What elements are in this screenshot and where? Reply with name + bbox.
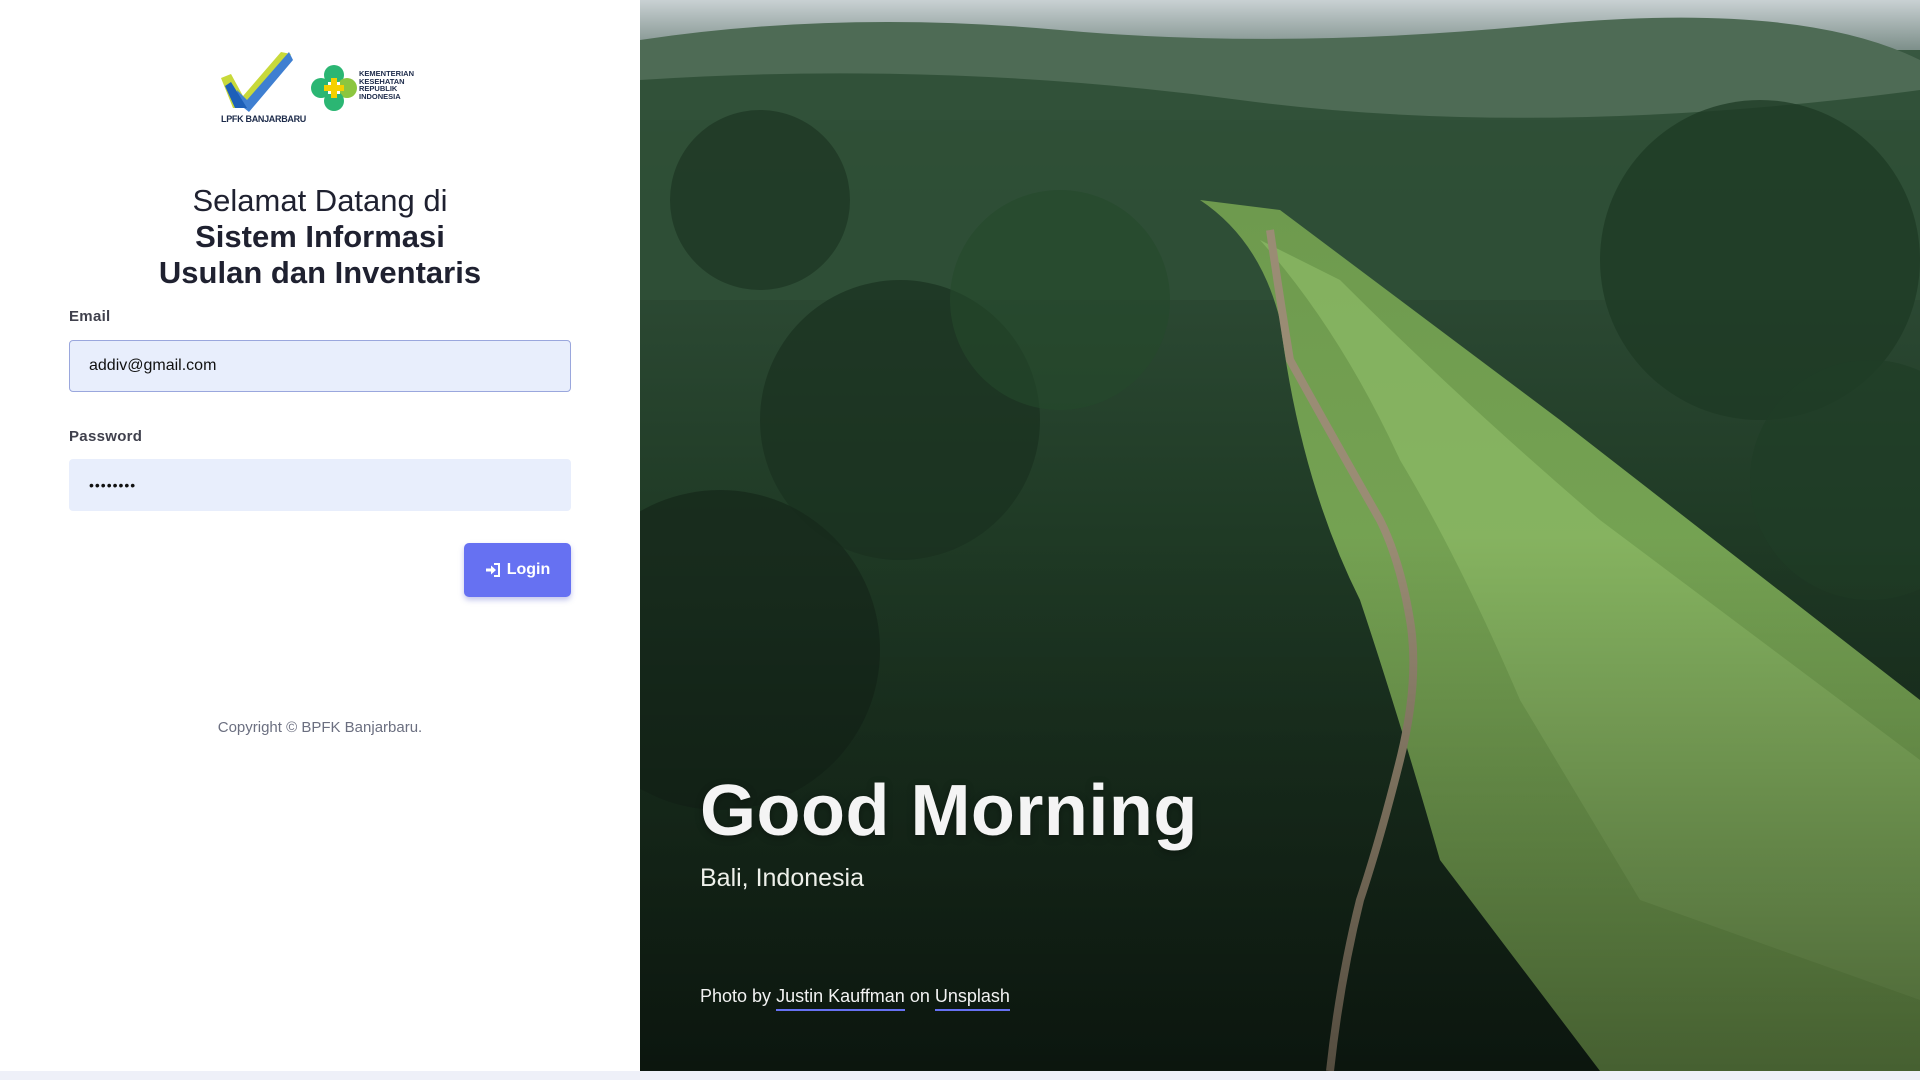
welcome-line-3: Usulan dan Inventaris — [158, 255, 482, 290]
email-field[interactable]: addiv@gmail.com — [69, 340, 571, 392]
login-label: Login — [506, 561, 551, 578]
photo-credit: Photo by Justin Kauffman on Unsplash — [700, 986, 1010, 1011]
copyright-text: Copyright © BPFK Banjarbaru. — [217, 719, 423, 736]
login-button[interactable]: Login — [464, 543, 571, 597]
hero-image-panel: Good Morning Bali, Indonesia Photo by Ju… — [640, 0, 1920, 1071]
kemenkes-logo-text: KEMENTERIAN KESEHATAN REPUBLIK INDONESIA — [359, 69, 415, 101]
email-value: addiv@gmail.com — [89, 357, 217, 374]
welcome-line-2: Sistem Informasi — [195, 219, 445, 254]
author-link[interactable]: Justin Kauffman — [776, 986, 905, 1011]
bottom-strip — [0, 1071, 1920, 1080]
password-label: Password — [69, 428, 143, 445]
welcome-line-1: Selamat Datang di — [192, 183, 448, 218]
lpfk-logo-text: LPFK BANJARBARU — [221, 114, 306, 124]
logo-group: LPFK BANJARBARU KEMENTERIAN KESEHATAN RE… — [219, 50, 424, 126]
greeting-heading: Good Morning — [700, 771, 1198, 851]
email-label: Email — [69, 308, 111, 325]
landscape-photo — [640, 0, 1920, 1071]
login-panel: LPFK BANJARBARU KEMENTERIAN KESEHATAN RE… — [0, 0, 640, 1071]
password-field[interactable]: •••••••• — [69, 459, 571, 511]
kemenkes-logo-icon — [311, 65, 357, 111]
unsplash-link[interactable]: Unsplash — [934, 986, 1010, 1011]
password-value: •••••••• — [89, 477, 137, 493]
credit-prefix: Photo by — [700, 986, 777, 1006]
sign-in-icon — [485, 563, 500, 577]
welcome-heading: Selamat Datang di Sistem Informasi Usula… — [0, 183, 640, 291]
location-text: Bali, Indonesia — [700, 864, 865, 892]
credit-mid: on — [904, 986, 935, 1006]
